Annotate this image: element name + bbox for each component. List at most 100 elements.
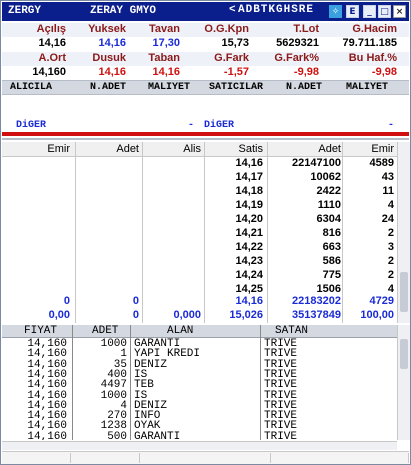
status-cell xyxy=(271,453,409,463)
broker-col-header[interactable]: N.ADET xyxy=(90,82,126,93)
trades-col-header[interactable]: ADET xyxy=(92,325,118,337)
ask-qty: 6304 xyxy=(316,213,341,225)
trade-qty: 500 xyxy=(107,430,127,440)
depth-row[interactable]: 14,24 775 2 xyxy=(2,269,397,283)
ticker-marquee: ADBTKGHSRE xyxy=(238,4,326,19)
divider xyxy=(2,138,409,140)
ask-qty: 1110 xyxy=(317,199,341,211)
avg-bid-price: 0,000 xyxy=(173,309,201,321)
broker-col-header[interactable]: ALICILA xyxy=(10,82,52,93)
depth-col-header[interactable]: Alis xyxy=(183,143,201,155)
stat-label: O.G.Kpn xyxy=(204,23,249,35)
ask-price: 14,25 xyxy=(235,283,263,295)
total-ask-orders: 4729 xyxy=(369,295,394,307)
stat-value-avg: 14,160 xyxy=(32,66,66,78)
ask-orders: 11 xyxy=(382,185,394,197)
depth-row[interactable]: 14,19 1110 4 xyxy=(2,199,397,213)
close-icon[interactable]: × xyxy=(393,5,406,18)
depth-row[interactable]: 14,21 816 2 xyxy=(2,227,397,241)
broker-col-header[interactable]: N.ADET xyxy=(286,82,322,93)
ask-price: 14,16 xyxy=(235,157,263,169)
stat-value-ceiling: 17,30 xyxy=(152,37,180,49)
stat-label: Açılış xyxy=(36,23,66,35)
ask-orders: 2 xyxy=(387,227,394,239)
ask-price: 14,18 xyxy=(235,185,263,197)
depth-scrollbar[interactable] xyxy=(397,142,410,323)
ask-qty: 10062 xyxy=(310,171,341,183)
avg-ask-qty: 35137849 xyxy=(292,309,341,321)
depth-col-header[interactable]: Adet xyxy=(318,143,341,155)
stat-label: G.Hacim xyxy=(352,23,397,35)
total-bid-qty: 0 xyxy=(132,295,139,307)
broker-other-left: DiGER xyxy=(16,120,47,131)
stat-value-diff: -1,57 xyxy=(223,66,249,78)
stat-label: G.Fark% xyxy=(274,52,319,64)
ask-price: 14,22 xyxy=(235,241,263,253)
broker-other-end: - xyxy=(388,120,395,131)
trades-col-header[interactable]: SATAN xyxy=(275,325,308,337)
total-ask-price: 14,16 xyxy=(235,295,263,307)
ask-price: 14,21 xyxy=(235,227,263,239)
depth-col-header[interactable]: Emir xyxy=(47,143,70,155)
ask-orders: 2 xyxy=(387,269,394,281)
ask-qty: 816 xyxy=(322,227,341,239)
ask-qty: 775 xyxy=(322,269,341,281)
trade-buyer: GARANTI xyxy=(134,430,181,440)
stat-label: Tavan xyxy=(149,23,180,35)
depth-row[interactable]: 14,18 2422 11 xyxy=(2,185,397,199)
depth-row[interactable]: 14,17 10062 43 xyxy=(2,171,397,185)
depth-row[interactable]: 14,16 22147100 4589 xyxy=(2,157,397,171)
trade-seller: TRIVE xyxy=(264,430,298,440)
total-ask-qty: 22183202 xyxy=(292,295,341,307)
ask-price: 14,17 xyxy=(235,171,263,183)
stats-labels-row-2: A.Ort Dusuk Taban G.Fark G.Fark% Bu Haf.… xyxy=(2,52,409,66)
twitter-bird-icon[interactable]: ✧ xyxy=(329,5,342,18)
trades-col-header[interactable]: FIYAT xyxy=(24,325,57,337)
e-icon[interactable]: E xyxy=(346,5,359,18)
depth-avg-row: 0,00 0 0,000 15,026 35137849 100,00 xyxy=(2,309,397,323)
ask-orders: 4589 xyxy=(369,157,394,169)
trade-row[interactable]: 14,160 500 GARANTI TRIVE xyxy=(2,431,397,440)
ask-orders: 2 xyxy=(387,255,394,267)
ask-orders: 4 xyxy=(387,199,394,211)
broker-col-header[interactable]: MALIYET xyxy=(346,82,388,93)
depth-row[interactable]: 14,22 663 3 xyxy=(2,241,397,255)
restore-icon[interactable]: □ xyxy=(378,5,391,18)
depth-table: Emir Adet Alis Satis Adet Emir 14,16 2214… xyxy=(2,142,397,323)
depth-col-header[interactable]: Satis xyxy=(239,143,263,155)
ask-orders: 3 xyxy=(387,241,394,253)
scroll-thumb[interactable] xyxy=(400,272,408,312)
broker-col-header[interactable]: SATICILAR xyxy=(209,82,263,93)
ask-qty: 586 xyxy=(322,255,341,267)
broker-col-header[interactable]: MALIYET xyxy=(148,82,190,93)
trades-scrollbar[interactable] xyxy=(397,325,410,440)
market-depth-window: ZERGY ZERAY GMYO < ADBTKGHSRE ✧ E _ □ × … xyxy=(0,0,411,465)
stat-value-low: 14,16 xyxy=(98,66,126,78)
ask-orders: 4 xyxy=(387,283,394,295)
broker-other-row[interactable]: DiGER - DiGER - xyxy=(2,120,409,132)
title-bar[interactable]: ZERGY ZERAY GMYO < ADBTKGHSRE ✧ E _ □ × xyxy=(2,2,409,21)
stat-value-close: 15,73 xyxy=(221,37,249,49)
stats-values-row-2: 14,160 14,16 14,16 -1,57 -9,98 -9,98 xyxy=(2,66,409,80)
depth-col-header[interactable]: Emir xyxy=(371,143,394,155)
broker-other-sep: - xyxy=(188,120,195,131)
scroll-thumb[interactable] xyxy=(400,339,408,369)
left-arrow-icon[interactable]: < xyxy=(229,4,236,16)
stat-value-open: 14,16 xyxy=(38,37,66,49)
depth-row[interactable]: 14,23 586 2 xyxy=(2,255,397,269)
horizontal-scrollbar[interactable] xyxy=(2,441,397,450)
avg-ask-price: 15,026 xyxy=(229,309,263,321)
trades-col-header[interactable]: ALAN xyxy=(167,325,193,337)
status-cell xyxy=(140,453,271,463)
stat-label: Dusuk xyxy=(92,52,126,64)
ticker-text: ADBTKGHSRE xyxy=(238,4,315,16)
status-cell xyxy=(2,453,71,463)
depth-col-header[interactable]: Adet xyxy=(116,143,139,155)
stat-label: A.Ort xyxy=(38,52,67,64)
stat-value-diff-pct: -9,98 xyxy=(293,66,319,78)
trade-price: 14,160 xyxy=(27,430,67,440)
ask-qty: 22147100 xyxy=(292,157,341,169)
minimize-icon[interactable]: _ xyxy=(363,5,376,18)
depth-row[interactable]: 14,20 6304 24 xyxy=(2,213,397,227)
stat-label: G.Fark xyxy=(214,52,249,64)
